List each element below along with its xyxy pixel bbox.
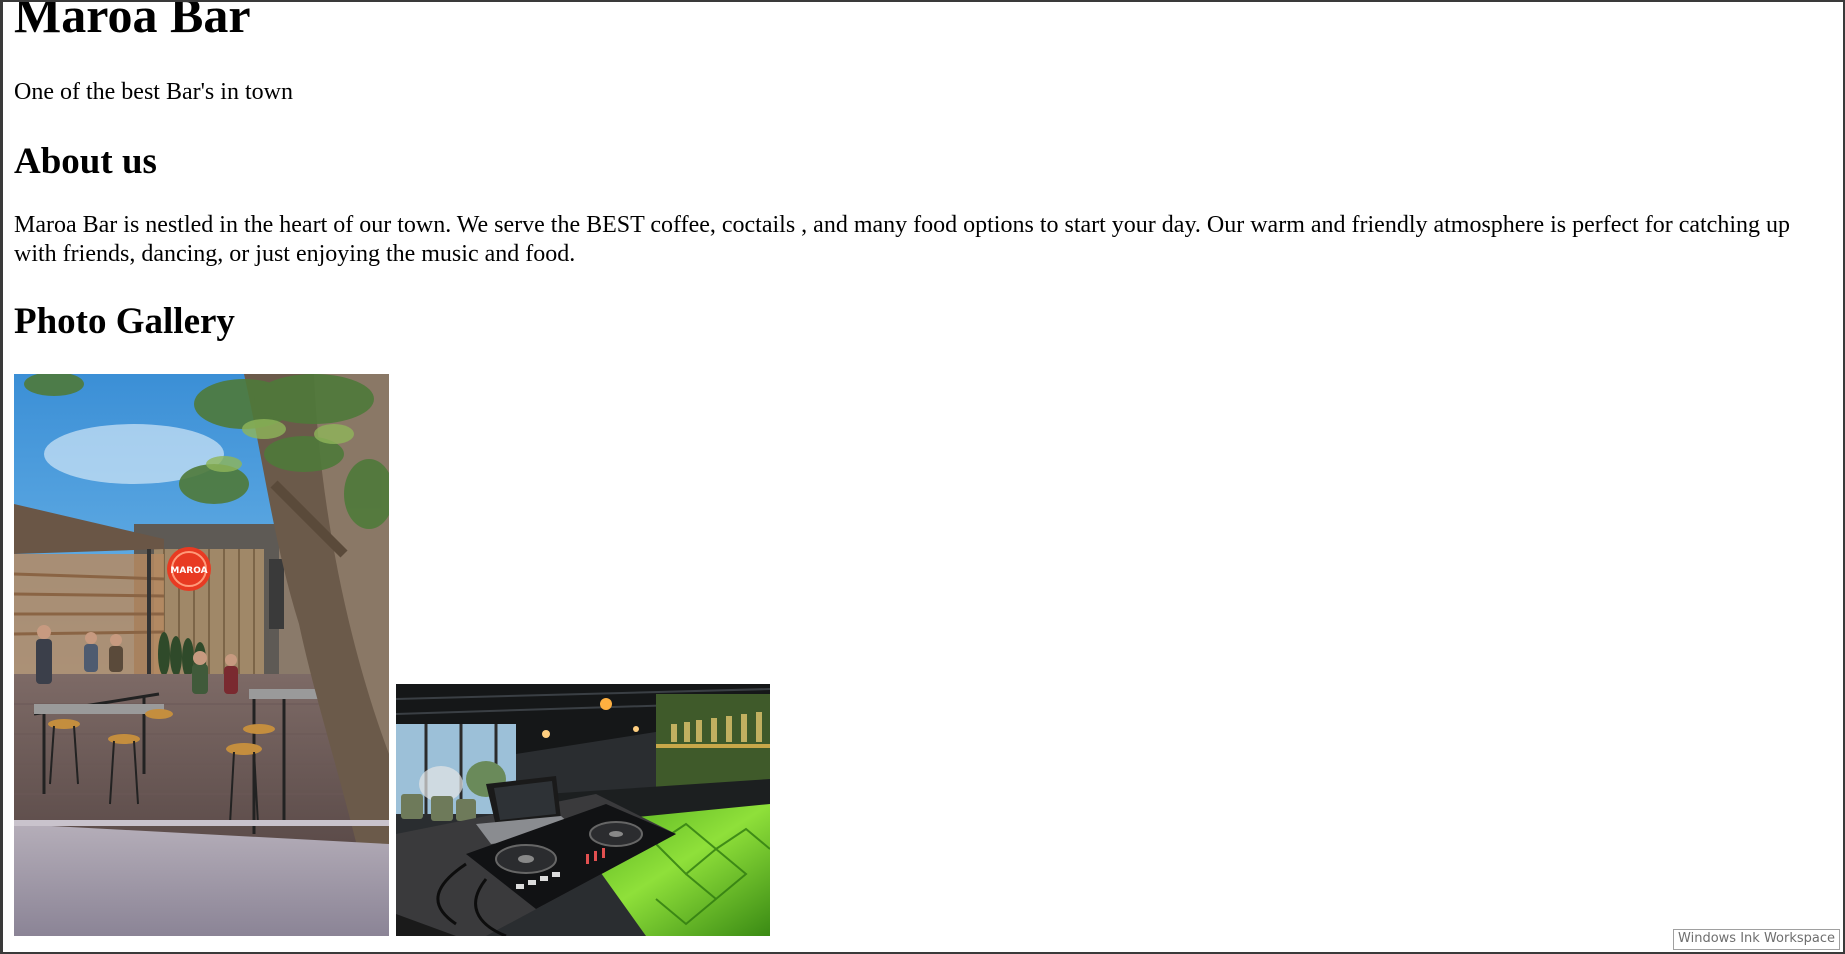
terrace-photo-image: MAROA: [14, 374, 389, 936]
maroa-sign-text: MAROA: [170, 566, 207, 576]
about-text: Maroa Bar is nestled in the heart of our…: [14, 212, 1790, 267]
windows-ink-workspace-button[interactable]: Windows Ink Workspace: [1673, 929, 1840, 950]
site-tagline: One of the best Bar's in town: [14, 79, 293, 105]
gallery-photo-dj: [396, 684, 770, 936]
browser-viewport: Maroa Bar One of the best Bar's in town …: [3, 2, 1843, 952]
site-title: Maroa Bar: [14, 2, 251, 43]
gallery-photo-terrace: MAROA: [14, 374, 389, 936]
about-heading: About us: [14, 141, 157, 182]
dj-photo-image: [396, 684, 770, 936]
gallery-heading: Photo Gallery: [14, 301, 235, 342]
